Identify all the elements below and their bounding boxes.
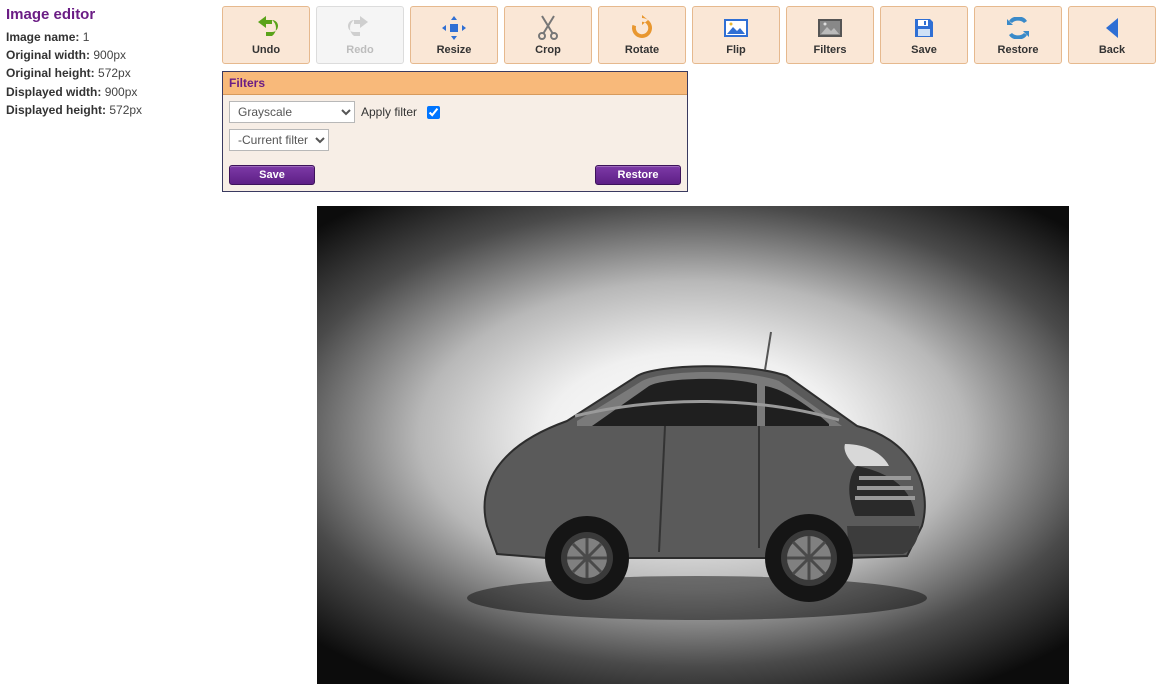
restore-label: Restore — [998, 44, 1039, 56]
original-width-row: Original width: 900px — [6, 47, 212, 63]
filters-icon — [816, 14, 844, 42]
save-button[interactable]: Save — [880, 6, 968, 64]
back-button[interactable]: Back — [1068, 6, 1156, 64]
rotate-label: Rotate — [625, 44, 659, 56]
filters-panel-title: Filters — [223, 72, 687, 95]
original-width-label: Original width: — [6, 48, 90, 62]
displayed-width-label: Displayed width: — [6, 85, 101, 99]
car-image — [427, 326, 967, 626]
undo-icon — [252, 14, 280, 42]
displayed-width-row: Displayed width: 900px — [6, 84, 212, 100]
image-info-sidebar: Image editor Image name: 1 Original widt… — [6, 6, 222, 120]
image-canvas[interactable] — [317, 206, 1069, 684]
image-name-label: Image name: — [6, 30, 79, 44]
filter-select[interactable]: Grayscale — [229, 101, 355, 123]
save-icon — [912, 14, 936, 42]
resize-button[interactable]: Resize — [410, 6, 498, 64]
resize-label: Resize — [437, 44, 472, 56]
toolbar: Undo Redo Resize Crop — [222, 6, 1164, 64]
original-height-label: Original height: — [6, 66, 95, 80]
restore-icon — [1005, 14, 1031, 42]
undo-button[interactable]: Undo — [222, 6, 310, 64]
resize-icon — [441, 14, 467, 42]
crop-label: Crop — [535, 44, 561, 56]
filters-button[interactable]: Filters — [786, 6, 874, 64]
rotate-icon — [629, 14, 655, 42]
apply-filter-checkbox[interactable] — [427, 106, 440, 119]
editor-main: Undo Redo Resize Crop — [222, 6, 1164, 684]
redo-label: Redo — [346, 44, 374, 56]
displayed-height-row: Displayed height: 572px — [6, 102, 212, 118]
crop-button[interactable]: Crop — [504, 6, 592, 64]
restore-button[interactable]: Restore — [974, 6, 1062, 64]
displayed-height-value: 572px — [109, 103, 142, 117]
original-height-value: 572px — [98, 66, 131, 80]
flip-button[interactable]: Flip — [692, 6, 780, 64]
redo-icon — [346, 14, 374, 42]
filters-panel: Filters Grayscale Apply filter -Current … — [222, 71, 688, 192]
rotate-button[interactable]: Rotate — [598, 6, 686, 64]
current-filters-select[interactable]: -Current filters- — [229, 129, 329, 151]
image-name-value: 1 — [83, 30, 90, 44]
original-width-value: 900px — [93, 48, 126, 62]
crop-icon — [536, 14, 560, 42]
panel-save-button[interactable]: Save — [229, 165, 315, 185]
displayed-height-label: Displayed height: — [6, 103, 106, 117]
back-label: Back — [1099, 44, 1125, 56]
apply-filter-label: Apply filter — [361, 105, 417, 119]
redo-button: Redo — [316, 6, 404, 64]
undo-label: Undo — [252, 44, 280, 56]
flip-label: Flip — [726, 44, 746, 56]
filters-label: Filters — [813, 44, 846, 56]
flip-icon — [722, 14, 750, 42]
save-label: Save — [911, 44, 937, 56]
canvas-area — [222, 206, 1164, 684]
panel-restore-button[interactable]: Restore — [595, 165, 681, 185]
image-name-row: Image name: 1 — [6, 29, 212, 45]
page-title: Image editor — [6, 6, 212, 23]
back-icon — [1102, 14, 1122, 42]
displayed-width-value: 900px — [105, 85, 138, 99]
original-height-row: Original height: 572px — [6, 65, 212, 81]
